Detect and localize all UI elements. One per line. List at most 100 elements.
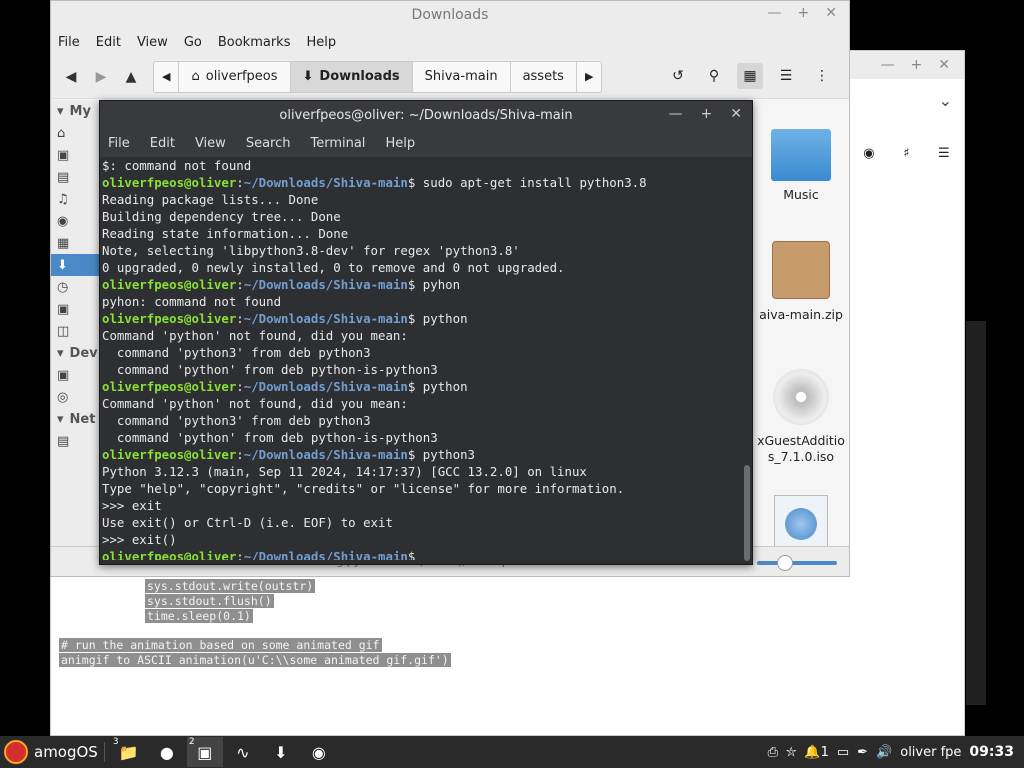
home-icon: ⌂: [57, 125, 66, 141]
taskbar-app-download[interactable]: ⬇: [263, 737, 299, 767]
taskbar-app-monitor[interactable]: ∿: [225, 737, 261, 767]
start-menu-button[interactable]: amogOS: [0, 736, 98, 768]
download-icon: ⬇: [302, 69, 314, 84]
file-item[interactable]: [751, 495, 851, 551]
terminal-output-line: >>> exit(): [102, 532, 177, 547]
sidebar-item-documents[interactable]: ▤: [51, 166, 100, 188]
menu-help[interactable]: Help: [306, 35, 336, 50]
taskbar-app-firefox[interactable]: ●: [149, 737, 185, 767]
minimize-icon[interactable]: —: [669, 106, 683, 122]
sidebar-item-disc[interactable]: ◎: [51, 386, 100, 408]
sidebar-header-network[interactable]: ▾ Net: [51, 408, 100, 430]
breadcrumb-left-icon[interactable]: ◀: [154, 61, 180, 92]
terminal-command-line: oliverfpeos@oliver:~/Downloads/Shiva-mai…: [102, 175, 647, 190]
terminal-output-line: Python 3.12.3 (main, Sep 11 2024, 14:17:…: [102, 464, 587, 479]
shield-icon[interactable]: ⛦: [786, 745, 796, 760]
window-count-badge: 2: [188, 737, 195, 747]
extensions-icon[interactable]: ♯: [903, 146, 909, 161]
clock[interactable]: 09:33: [969, 744, 1014, 760]
sidebar-item-home[interactable]: ⌂: [51, 122, 100, 144]
code-line: # run the animation based on some animat…: [59, 638, 382, 652]
drive-icon: ▣: [57, 301, 70, 317]
archive-icon: [772, 241, 830, 299]
back-icon[interactable]: ◀: [63, 69, 79, 85]
maximize-icon[interactable]: +: [701, 106, 713, 122]
terminal-output-line: Type "help", "copyright", "credits" or "…: [102, 481, 625, 496]
forward-icon[interactable]: ▶: [93, 69, 109, 85]
menu-edit[interactable]: Edit: [150, 136, 175, 151]
breadcrumb-shiva-main[interactable]: Shiva-main: [413, 61, 511, 92]
terminal-command-line: oliverfpeos@oliver:~/Downloads/Shiva-mai…: [102, 311, 468, 326]
breadcrumb-downloads[interactable]: ⬇ Downloads: [290, 61, 413, 92]
zoom-slider[interactable]: [757, 555, 837, 571]
menu-view[interactable]: View: [137, 35, 168, 50]
sidebar-header-my[interactable]: ▾ My: [51, 100, 100, 122]
hamburger-menu-icon[interactable]: ☰: [938, 146, 950, 161]
user-name[interactable]: oliver fpe: [900, 745, 961, 760]
list-view-icon[interactable]: ☰: [773, 63, 799, 89]
breadcrumb-right-icon[interactable]: ▶: [577, 62, 601, 92]
sidebar-item-desktop[interactable]: ▣: [51, 144, 100, 166]
zoom-slider-knob[interactable]: [777, 555, 793, 571]
menu-file[interactable]: File: [108, 136, 130, 151]
breadcrumb-assets[interactable]: assets: [511, 61, 577, 92]
menu-edit[interactable]: Edit: [96, 35, 121, 50]
code-line: sys.stdout.write(outstr): [145, 579, 316, 593]
menu-help[interactable]: Help: [385, 136, 415, 151]
sidebar-item-network[interactable]: ▤: [51, 430, 100, 452]
notifications-icon[interactable]: 🔔1: [804, 745, 828, 760]
web-file-icon: [774, 495, 828, 551]
toggle-location-icon[interactable]: ↺: [665, 63, 691, 89]
file-item[interactable]: aiva-main.zip: [751, 241, 851, 322]
menu-file[interactable]: File: [58, 35, 80, 50]
close-icon[interactable]: ✕: [938, 57, 950, 73]
minimize-icon[interactable]: —: [768, 5, 782, 21]
pen-icon[interactable]: ✒: [857, 745, 868, 760]
volume-icon[interactable]: 🔊: [876, 745, 892, 760]
taskbar-app-terminal[interactable]: ▣ 2: [186, 737, 223, 767]
maximize-icon[interactable]: +: [798, 5, 810, 21]
sidebar-item-device[interactable]: ▣: [51, 364, 100, 386]
menu-bookmarks[interactable]: Bookmarks: [218, 35, 291, 50]
start-menu-label: amogOS: [34, 743, 98, 761]
chevron-down-icon[interactable]: ⌄: [939, 91, 952, 110]
amogos-logo-icon: [4, 740, 28, 764]
file-item[interactable]: Music: [751, 121, 851, 202]
close-icon[interactable]: ✕: [825, 5, 837, 21]
clipboard-icon[interactable]: ⎙: [768, 745, 778, 760]
minimize-icon[interactable]: —: [881, 57, 895, 73]
sidebar-header-devices[interactable]: ▾ Dev: [51, 342, 100, 364]
sidebar-item-filesystem[interactable]: ▣: [51, 298, 100, 320]
sidebar-item-videos[interactable]: ▦: [51, 232, 100, 254]
menu-search[interactable]: Search: [246, 136, 291, 151]
close-icon[interactable]: ✕: [730, 106, 742, 122]
icon-view-icon[interactable]: ▦: [737, 63, 763, 89]
taskbar: amogOS 📁 3 ● ▣ 2 ∿ ⬇ ◉ ⎙ ⛦ 🔔1 ▭ ✒ 🔊 oliver fpe …: [0, 736, 1024, 768]
file-item[interactable]: xGuestAdditio s_7.1.0.iso: [751, 369, 851, 465]
search-icon[interactable]: ⚲: [701, 63, 727, 89]
account-icon[interactable]: ◉: [863, 146, 874, 161]
network-icon: ▤: [57, 433, 70, 449]
sidebar-item-music[interactable]: ♫: [51, 188, 100, 210]
taskbar-app-files[interactable]: 📁 3: [111, 737, 147, 767]
menu-terminal[interactable]: Terminal: [310, 136, 365, 151]
maximize-icon[interactable]: +: [911, 57, 923, 73]
camera-icon: ◉: [57, 213, 69, 229]
sidebar-item-recent[interactable]: ◷: [51, 276, 100, 298]
compact-view-icon[interactable]: ⋮: [809, 63, 835, 89]
sidebar-item-downloads[interactable]: ⬇: [51, 254, 100, 276]
terminal-scrollbar[interactable]: [744, 465, 750, 561]
menu-view[interactable]: View: [195, 136, 226, 151]
terminal-output[interactable]: $: command not found oliverfpeos@oliver:~…: [100, 157, 752, 560]
up-icon[interactable]: ▲: [123, 69, 139, 85]
display-icon[interactable]: ▭: [837, 745, 849, 760]
breadcrumb: ◀ ⌂ oliverfpeos ⬇ Downloads Shiva-main ass…: [153, 60, 603, 93]
taskbar-app-eye[interactable]: ◉: [301, 737, 337, 767]
download-icon: ⬇: [57, 257, 68, 273]
menu-go[interactable]: Go: [184, 35, 202, 50]
sidebar-item-trash[interactable]: ◫: [51, 320, 100, 342]
breadcrumb-home[interactable]: ⌂ oliverfpeos: [179, 61, 291, 92]
sidebar-item-pictures[interactable]: ◉: [51, 210, 100, 232]
terminal-output-line: $: command not found: [102, 158, 252, 173]
taskbar-apps: 📁 3 ● ▣ 2 ∿ ⬇ ◉: [111, 737, 339, 767]
